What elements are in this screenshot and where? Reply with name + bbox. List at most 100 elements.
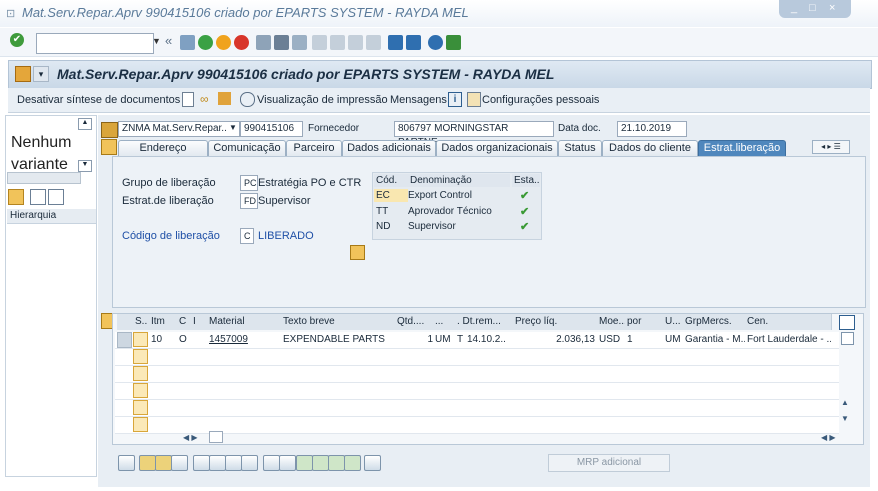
- tab-navigation-icons[interactable]: ◂ ▸ ☰: [812, 140, 850, 154]
- row-checkbox[interactable]: [841, 332, 854, 345]
- totals-icon[interactable]: [344, 455, 361, 471]
- document-overview-icon[interactable]: [15, 66, 31, 82]
- row-status-cell[interactable]: [133, 417, 148, 432]
- deactivate-summary-button[interactable]: Desativar síntese de documentos: [17, 94, 180, 106]
- save-icon[interactable]: [180, 35, 195, 50]
- grid-header-select[interactable]: [117, 314, 134, 330]
- command-dropdown-icon[interactable]: ▼: [152, 36, 161, 46]
- col-per[interactable]: por: [625, 314, 664, 330]
- release-row-code[interactable]: EC: [374, 189, 408, 202]
- table-row[interactable]: [115, 349, 839, 366]
- exit-icon[interactable]: [216, 35, 231, 50]
- info-icon[interactable]: i: [448, 92, 462, 107]
- tab-customer-data[interactable]: Dados do cliente: [602, 140, 698, 156]
- first-page-icon[interactable]: [312, 35, 327, 50]
- col-status[interactable]: S..: [133, 314, 150, 330]
- tab-communication[interactable]: Comunicação: [208, 140, 286, 156]
- unlock-icon[interactable]: [225, 455, 242, 471]
- shortcut-icon[interactable]: [406, 35, 421, 50]
- col-item[interactable]: Itm: [149, 314, 178, 330]
- export-items-icon[interactable]: [364, 455, 381, 471]
- document-icon[interactable]: [182, 92, 194, 107]
- layout-menu-icon[interactable]: [446, 35, 461, 50]
- find-next-icon[interactable]: [292, 35, 307, 50]
- select-all-icon[interactable]: [139, 455, 156, 471]
- tab-status[interactable]: Status: [558, 140, 602, 156]
- edit-icon[interactable]: [218, 92, 231, 105]
- sort-descending-icon[interactable]: [312, 455, 329, 471]
- table-row[interactable]: [115, 400, 839, 417]
- select-layout-icon[interactable]: [8, 189, 24, 205]
- col-unit[interactable]: ...: [433, 314, 456, 330]
- horizontal-scroll-thumb[interactable]: [209, 431, 223, 443]
- lock-icon[interactable]: [209, 455, 226, 471]
- close-icon[interactable]: ×: [829, 2, 835, 14]
- vendor-field[interactable]: 806797 MORNINGSTAR PARTNE..: [394, 121, 554, 148]
- tab-release-strategy[interactable]: Estrat.liberação: [698, 140, 786, 156]
- copy-item-icon[interactable]: [241, 455, 258, 471]
- col-currency[interactable]: Moe...: [597, 314, 626, 330]
- col-quantity[interactable]: Qtd....: [395, 314, 434, 330]
- deselect-all-icon[interactable]: [155, 455, 172, 471]
- release-row-code[interactable]: ND: [374, 220, 408, 233]
- new-session-icon[interactable]: [388, 35, 403, 50]
- menu-icon[interactable]: ▾: [33, 66, 49, 82]
- command-field[interactable]: [36, 33, 154, 54]
- table-row[interactable]: [115, 366, 839, 383]
- maximize-icon[interactable]: □: [809, 2, 816, 14]
- col-order-unit[interactable]: U...: [663, 314, 684, 330]
- print-icon[interactable]: [256, 35, 271, 50]
- previous-page-icon[interactable]: [330, 35, 345, 50]
- back-icon[interactable]: [198, 35, 213, 50]
- scroll-right-icon[interactable]: ◀ ▶: [821, 433, 836, 442]
- dropdown-icon[interactable]: ▼: [78, 160, 92, 172]
- filter-icon[interactable]: [328, 455, 345, 471]
- col-net-price[interactable]: Preço líq.: [513, 314, 598, 330]
- scroll-up-icon[interactable]: ▲: [78, 118, 92, 130]
- back-symbol[interactable]: «: [165, 33, 172, 48]
- doc-type-dropdown-icon[interactable]: ▼: [229, 123, 237, 132]
- scroll-left-icon[interactable]: ◀ ▶: [183, 433, 198, 442]
- col-material[interactable]: Material: [207, 314, 282, 330]
- row-status-cell[interactable]: [133, 383, 148, 398]
- cart-icon[interactable]: [101, 122, 118, 138]
- select-block-icon[interactable]: [171, 455, 188, 471]
- minimize-icon[interactable]: _: [791, 2, 797, 14]
- col-delivery-date[interactable]: . Dt.rem...: [455, 314, 514, 330]
- enter-icon[interactable]: ✔: [10, 33, 24, 47]
- settings-icon[interactable]: [467, 92, 481, 107]
- glasses-icon[interactable]: ∞: [200, 92, 209, 106]
- doc-date-field[interactable]: 21.10.2019: [617, 121, 687, 137]
- col-material-group[interactable]: GrpMercs.: [683, 314, 746, 330]
- delete-icon[interactable]: [193, 455, 210, 471]
- tab-partner[interactable]: Parceiro: [286, 140, 342, 156]
- hierarchy-tab[interactable]: Hierarquia: [7, 209, 96, 224]
- table-row[interactable]: [115, 417, 839, 434]
- doc-type-select[interactable]: ZNMA Mat.Serv.Repar..: [118, 121, 240, 137]
- row-status-cell[interactable]: [133, 332, 148, 347]
- additional-mrp-button[interactable]: MRP adicional: [548, 454, 670, 472]
- col-c[interactable]: C: [177, 314, 192, 330]
- copy-icon[interactable]: [30, 189, 46, 205]
- scroll-down-icon[interactable]: ▼: [841, 414, 849, 423]
- horizontal-scrollbar[interactable]: [7, 172, 81, 184]
- personal-settings-button[interactable]: Configurações pessoais: [482, 94, 599, 106]
- table-row[interactable]: [115, 383, 839, 400]
- tab-additional-data[interactable]: Dados adicionais: [342, 140, 436, 156]
- col-i[interactable]: I: [191, 314, 208, 330]
- cell-material[interactable]: 1457009: [207, 332, 281, 347]
- header-toggle-icon[interactable]: [101, 139, 117, 155]
- next-page-icon[interactable]: [348, 35, 363, 50]
- paste-icon[interactable]: [263, 455, 280, 471]
- row-select[interactable]: [117, 332, 132, 348]
- scroll-up-icon[interactable]: ▲: [841, 398, 849, 407]
- messages-button[interactable]: Mensagens: [390, 94, 447, 106]
- tab-address[interactable]: Endereço: [118, 140, 208, 156]
- sort-ascending-icon[interactable]: [296, 455, 313, 471]
- print-preview-button[interactable]: Visualização de impressão: [257, 94, 388, 106]
- export-icon[interactable]: [48, 189, 64, 205]
- col-plant[interactable]: Cen.: [745, 314, 832, 330]
- release-indicator-label[interactable]: Código de liberação: [122, 230, 220, 242]
- col-short-text[interactable]: Texto breve: [281, 314, 396, 330]
- row-status-cell[interactable]: [133, 349, 148, 364]
